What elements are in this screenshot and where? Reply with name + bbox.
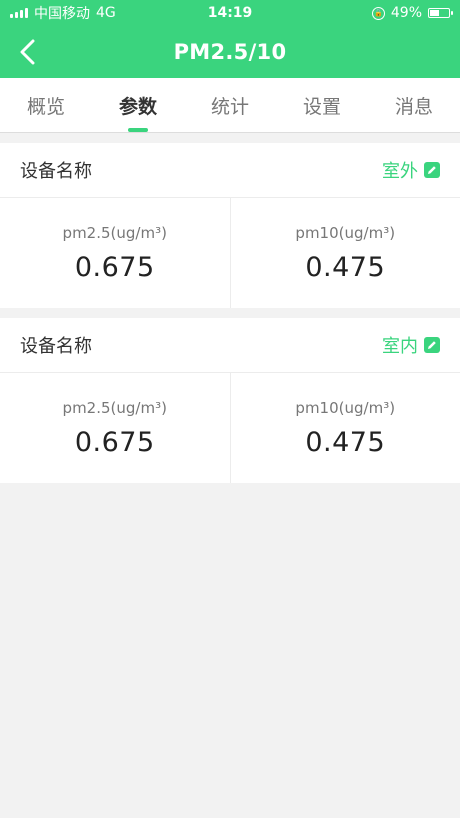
device-card-header: 设备名称 室外 (0, 143, 460, 198)
metrics-row: pm2.5(ug/m³) 0.675 pm10(ug/m³) 0.475 (0, 373, 460, 483)
battery-icon (428, 8, 453, 18)
network-label: 4G (96, 5, 116, 21)
chevron-left-icon (20, 39, 35, 65)
pm10-metric: pm10(ug/m³) 0.475 (229, 373, 460, 483)
device-name: 设备名称 (20, 336, 92, 357)
pm25-metric: pm2.5(ug/m³) 0.675 (0, 373, 230, 483)
pm25-label: pm2.5(ug/m³) (62, 398, 167, 417)
battery-percent: 49% (390, 5, 422, 21)
back-button[interactable] (12, 36, 44, 68)
nav-bar: PM2.5/10 (0, 26, 460, 78)
pm25-label: pm2.5(ug/m³) (62, 223, 167, 242)
device-card-header: 设备名称 室内 (0, 318, 460, 373)
signal-icon (10, 8, 28, 18)
device-name: 设备名称 (20, 161, 92, 182)
status-right: 🔒 49% (371, 5, 453, 21)
tab-messages[interactable]: 消息 (391, 84, 437, 127)
orientation-lock-icon: 🔒 (371, 6, 385, 20)
carrier-label: 中国移动 (34, 6, 90, 22)
pm10-value: 0.475 (305, 251, 386, 283)
pm10-value: 0.475 (305, 426, 386, 458)
device-card: 设备名称 室内 pm2.5(ug/m³) 0.675 pm10(ug/m³) 0… (0, 318, 460, 483)
location-edit-button[interactable]: 室内 (382, 332, 440, 358)
edit-icon (424, 337, 440, 353)
app-header: 中国移动 4G 14:19 🔒 49% PM2.5/10 (0, 0, 460, 78)
tab-overview[interactable]: 概览 (23, 84, 69, 127)
clock: 14:19 (207, 5, 253, 21)
pm10-label: pm10(ug/m³) (295, 223, 396, 242)
tab-bar: 概览 参数 统计 设置 消息 (0, 78, 460, 133)
tab-statistics[interactable]: 统计 (207, 84, 253, 127)
page-title: PM2.5/10 (173, 40, 287, 64)
pm25-value: 0.675 (74, 251, 155, 283)
edit-icon (424, 162, 440, 178)
device-card: 设备名称 室外 pm2.5(ug/m³) 0.675 pm10(ug/m³) 0… (0, 143, 460, 308)
status-bar: 中国移动 4G 14:19 🔒 49% (0, 0, 460, 26)
pm25-metric: pm2.5(ug/m³) 0.675 (0, 198, 230, 308)
pm10-metric: pm10(ug/m³) 0.475 (229, 198, 460, 308)
pm10-label: pm10(ug/m³) (295, 398, 396, 417)
location-edit-button[interactable]: 室外 (382, 157, 440, 183)
location-label: 室外 (382, 161, 418, 182)
tab-parameters[interactable]: 参数 (115, 84, 161, 127)
tab-settings[interactable]: 设置 (299, 84, 345, 127)
metrics-row: pm2.5(ug/m³) 0.675 pm10(ug/m³) 0.475 (0, 198, 460, 308)
pm25-value: 0.675 (74, 426, 155, 458)
status-left: 中国移动 4G (10, 3, 116, 23)
battery-fill (430, 10, 439, 16)
location-label: 室内 (382, 336, 418, 357)
